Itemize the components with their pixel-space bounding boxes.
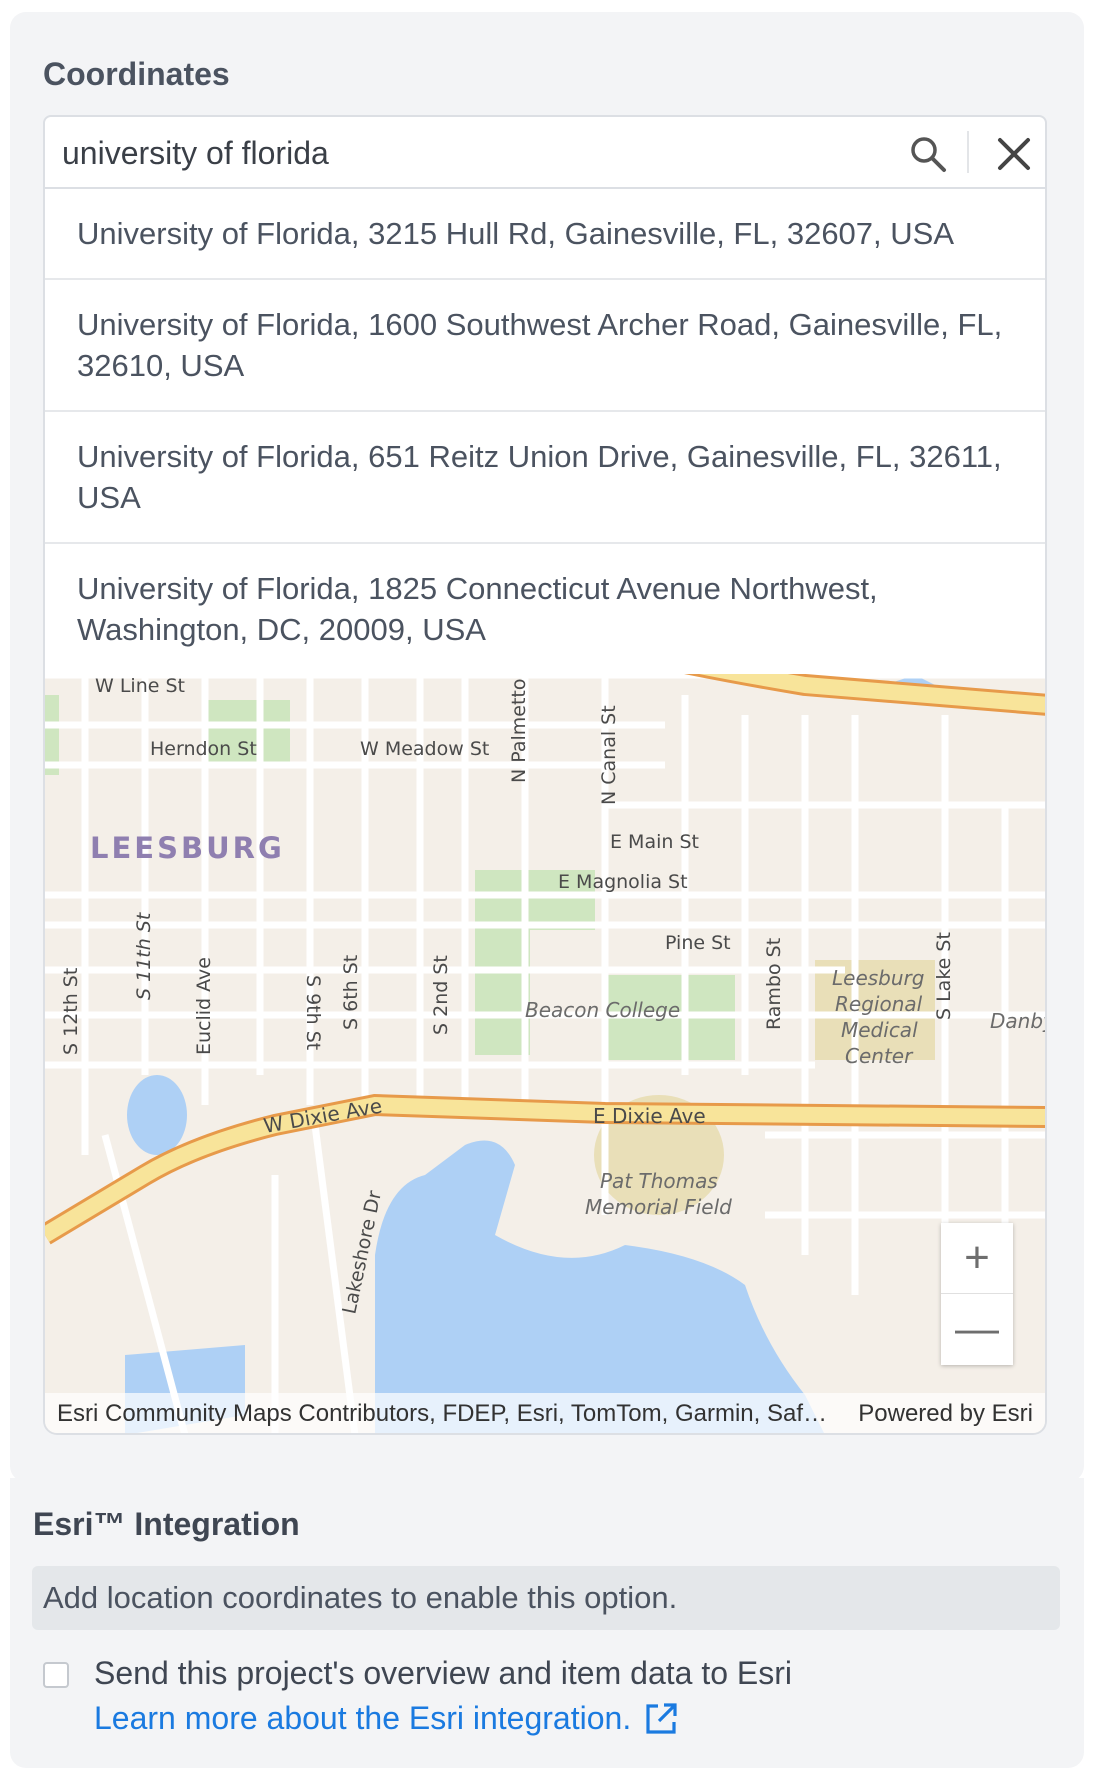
label-euclid-ave: Euclid Ave — [193, 957, 215, 1055]
learn-more-text[interactable]: Learn more about the Esri integration. — [94, 1700, 631, 1737]
location-search — [43, 115, 1047, 189]
label-rambo-st: Rambo St — [763, 938, 785, 1030]
zoom-in-button[interactable]: + — [941, 1223, 1013, 1294]
external-link-icon[interactable] — [643, 1701, 679, 1737]
label-e-main-st: E Main St — [610, 831, 699, 853]
label-e-dixie-ave: E Dixie Ave — [593, 1104, 706, 1128]
suggestion-item[interactable]: University of Florida, 1600 Southwest Ar… — [45, 280, 1045, 412]
send-to-esri-label: Send this project's overview and item da… — [94, 1655, 792, 1691]
label-hospital: Medical — [841, 1018, 918, 1042]
label-pine-st: Pine St — [665, 932, 731, 954]
close-icon[interactable] — [991, 131, 1037, 177]
label-s-9th-st: S 9th St — [302, 975, 324, 1050]
label-s-lake-st: S Lake St — [933, 932, 955, 1020]
label-pat-thomas: Pat Thomas — [600, 1169, 718, 1193]
suggestion-item[interactable]: University of Florida, 1825 Connecticut … — [45, 544, 1045, 674]
attribution-text[interactable]: Esri Community Maps Contributors, FDEP, … — [57, 1400, 827, 1428]
label-hospital: Regional — [835, 992, 923, 1016]
label-e-magnolia-st: E Magnolia St — [558, 871, 688, 893]
label-danby: Danby — [990, 1009, 1047, 1033]
search-divider — [967, 131, 969, 173]
zoom-out-button[interactable]: — — [941, 1294, 1013, 1364]
search-suggestions: University of Florida, 3215 Hull Rd, Gai… — [43, 189, 1047, 674]
label-s-2nd-st: S 2nd St — [430, 955, 452, 1035]
map-canvas: W Line St Herndon St W Meadow St N Palme… — [45, 655, 1047, 1433]
suggestion-item[interactable]: University of Florida, 651 Reitz Union D… — [45, 412, 1045, 544]
label-beacon-college: Beacon College — [525, 998, 680, 1022]
zoom-control: + — — [941, 1223, 1013, 1365]
suggestion-item[interactable]: University of Florida, 3215 Hull Rd, Gai… — [45, 189, 1045, 280]
learn-more-link[interactable]: Learn more about the Esri integration. — [94, 1700, 679, 1737]
label-n-canal-st: N Canal St — [598, 705, 620, 805]
label-hospital: Leesburg — [832, 966, 924, 990]
esri-notice: Add location coordinates to enable this … — [32, 1566, 1060, 1630]
label-w-line-st: W Line St — [95, 675, 185, 697]
label-s-6th-st: S 6th St — [340, 955, 362, 1030]
search-input[interactable] — [60, 127, 884, 179]
send-to-esri-checkbox[interactable] — [43, 1662, 69, 1688]
label-s-11th-st: S 11th St — [133, 911, 155, 1000]
label-herndon-st: Herndon St — [150, 738, 257, 760]
label-leesburg: LEESBURG — [90, 831, 285, 865]
map-attribution: Esri Community Maps Contributors, FDEP, … — [45, 1393, 1045, 1433]
label-hospital: Center — [845, 1044, 914, 1068]
map-view[interactable]: W Line St Herndon St W Meadow St N Palme… — [43, 655, 1047, 1435]
search-icon[interactable] — [908, 134, 948, 174]
label-pat-thomas: Memorial Field — [585, 1195, 732, 1219]
label-s-12th-st: S 12th St — [60, 968, 82, 1055]
esri-title: Esri™ Integration — [33, 1506, 300, 1542]
powered-by-esri[interactable]: Powered by Esri — [858, 1400, 1033, 1428]
label-n-palmetto: N Palmetto — [508, 679, 530, 784]
label-w-meadow-st: W Meadow St — [360, 738, 489, 760]
coordinates-title: Coordinates — [43, 56, 230, 92]
